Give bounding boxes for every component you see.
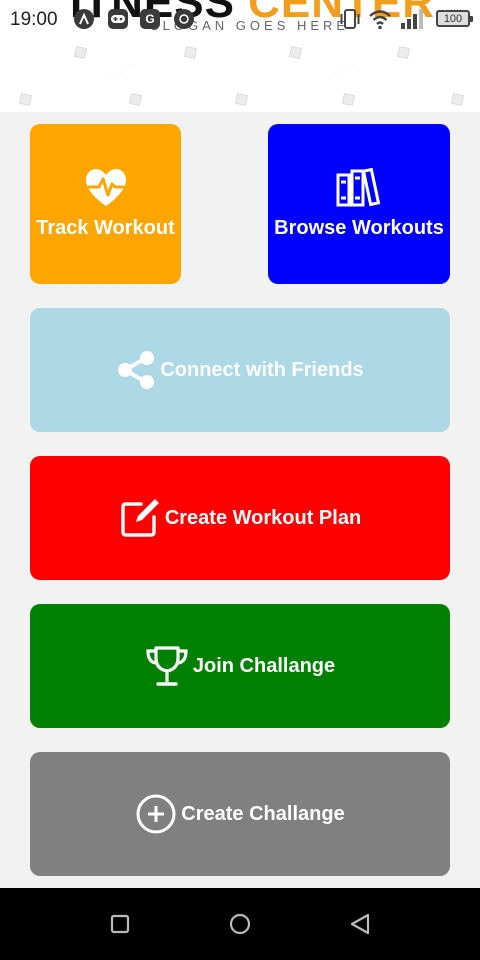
watermark-icon (341, 92, 356, 107)
create-workout-plan-button[interactable]: Create Workout Plan (30, 456, 450, 580)
create-workout-plan-label: Create Workout Plan (164, 506, 362, 529)
trophy-icon (145, 644, 189, 688)
join-challange-button[interactable]: Join Challange (30, 604, 450, 728)
browse-workouts-label: Browse Workouts (274, 217, 444, 239)
home-icon[interactable] (228, 912, 252, 936)
connect-with-friends-button[interactable]: Connect with Friends (30, 308, 450, 432)
watermark-text: · · · · · · (107, 59, 140, 83)
plus-circle-icon (135, 793, 177, 835)
join-challange-label: Join Challange (192, 654, 336, 677)
edit-icon (119, 497, 161, 539)
connect-with-friends-label: Connect with Friends (160, 358, 364, 381)
battery-indicator: 100 (436, 10, 473, 27)
browse-workouts-button[interactable]: Browse Workouts (268, 124, 450, 284)
status-time: 19:00 (10, 9, 58, 30)
recents-icon[interactable] (108, 912, 132, 936)
back-icon[interactable] (348, 912, 372, 936)
status-bar: 19:00 G 100 (0, 0, 480, 38)
vibrate-icon (340, 9, 360, 29)
watermark-icon (450, 92, 465, 107)
books-icon (336, 167, 382, 213)
signal-icon (401, 9, 423, 29)
watermark-icon (128, 92, 143, 107)
game-controller-icon (108, 9, 128, 29)
google-icon: G (140, 9, 160, 29)
watermark-icon (288, 45, 303, 60)
create-challange-button[interactable]: Create Challange (30, 752, 450, 876)
heart-pulse-icon (84, 168, 128, 213)
watermark-icon (183, 45, 198, 60)
create-challange-label: Create Challange (181, 802, 345, 825)
watermark-text: · · · · · · (324, 59, 357, 83)
track-workout-label: Track Workout (36, 217, 175, 239)
share-icon (116, 350, 156, 390)
watermark-icon (234, 92, 249, 107)
whatsapp-icon (174, 9, 194, 29)
track-workout-button[interactable]: Track Workout (30, 124, 181, 284)
watermark-icon (396, 45, 411, 60)
navigation-bar (0, 888, 480, 960)
watermark-icon (73, 45, 88, 60)
app-notification-icon (74, 9, 94, 29)
wifi-icon (369, 10, 391, 30)
watermark-icon (18, 92, 33, 107)
